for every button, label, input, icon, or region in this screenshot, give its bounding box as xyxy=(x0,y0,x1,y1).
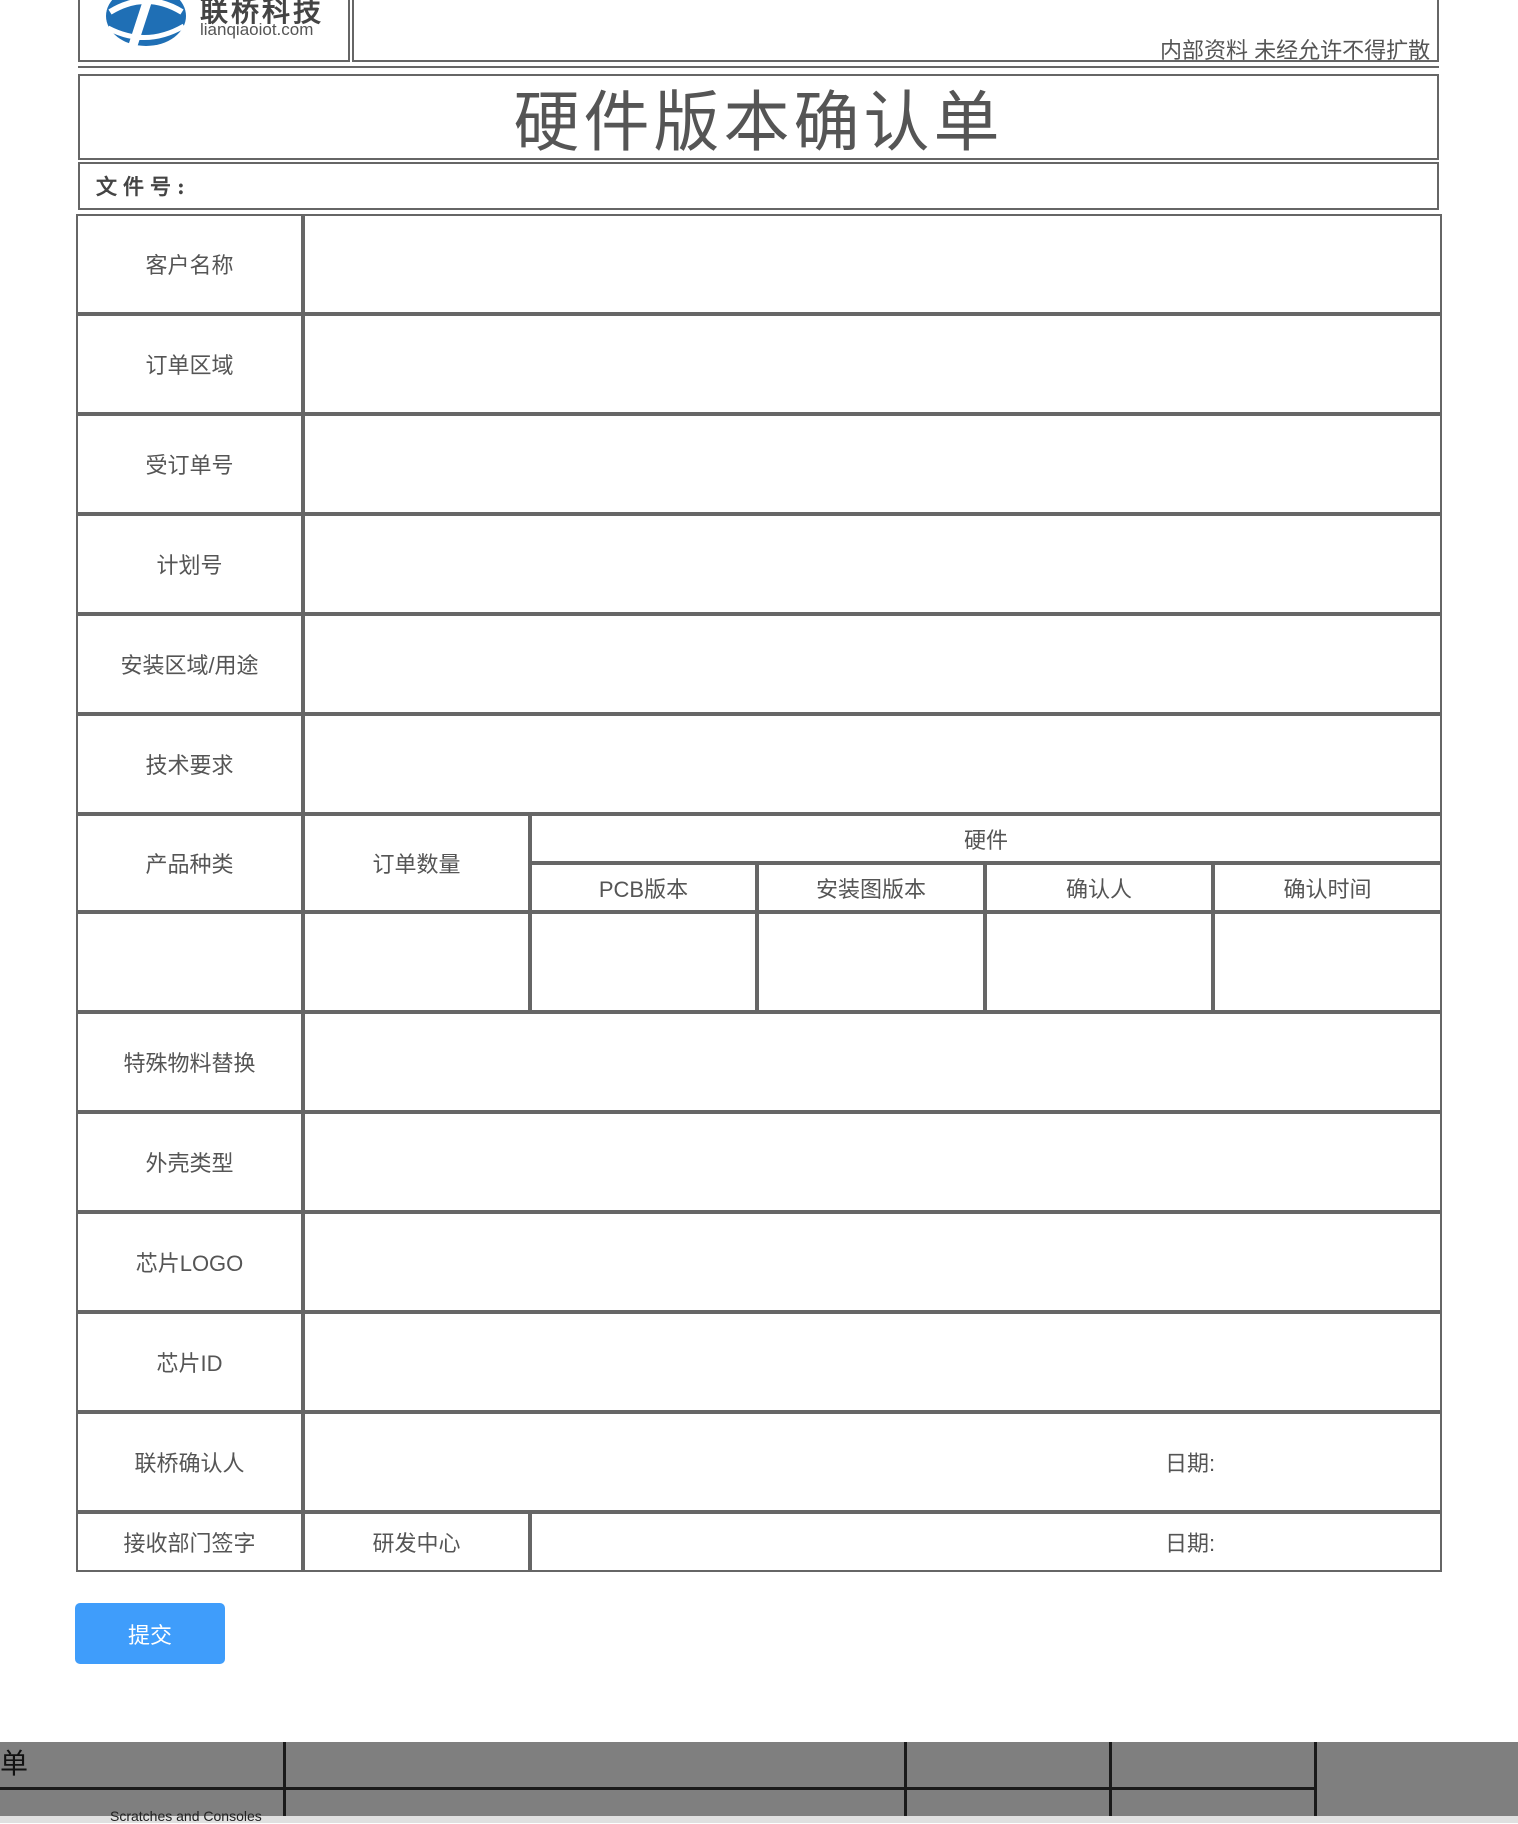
chip-logo-field[interactable] xyxy=(305,1214,1440,1310)
receiving-signature-field[interactable] xyxy=(532,1514,1125,1570)
label-product-type: 产品种类 xyxy=(145,852,234,877)
pcb-version-field[interactable] xyxy=(532,914,755,1010)
label-plan-number: 计划号 xyxy=(156,553,223,578)
product-type-field[interactable] xyxy=(78,914,301,1010)
order-region-field[interactable] xyxy=(305,316,1440,412)
lq-confirmer-field[interactable] xyxy=(305,1414,1125,1510)
date-label: 日期: xyxy=(1164,1531,1216,1556)
label-confirm-time: 确认时间 xyxy=(1283,876,1372,902)
strip-divider xyxy=(283,1742,286,1823)
label-order-quantity: 订单数量 xyxy=(372,852,461,877)
title-box: 硬件版本确认单 xyxy=(78,74,1439,160)
strip-divider xyxy=(1109,1742,1112,1823)
label-lq-confirmer: 联桥确认人 xyxy=(134,1451,245,1476)
po-number-field[interactable] xyxy=(305,416,1440,512)
label-tech-requirements: 技术要求 xyxy=(145,753,234,778)
label-po-number: 受订单号 xyxy=(145,453,234,478)
label-customer-name: 客户名称 xyxy=(145,253,234,278)
label-chip-id: 芯片ID xyxy=(156,1351,223,1376)
tech-requirements-field[interactable] xyxy=(305,716,1440,812)
company-globe-logo xyxy=(106,0,186,48)
confirm-time-field[interactable] xyxy=(1215,914,1440,1010)
brand-url: lianqiaoiot.com xyxy=(200,20,314,39)
label-confirmer: 确认人 xyxy=(1065,876,1132,902)
strip-divider xyxy=(904,1742,907,1823)
doc-number-label: 文件号: xyxy=(96,174,191,199)
chip-id-field[interactable] xyxy=(305,1314,1440,1410)
confidential-notice: 内部资料 未经允许不得扩散 xyxy=(1160,38,1431,63)
label-special-material: 特殊物料替换 xyxy=(123,1051,256,1076)
order-quantity-field[interactable] xyxy=(305,914,528,1010)
housing-type-field[interactable] xyxy=(305,1114,1440,1210)
label-housing-type: 外壳类型 xyxy=(145,1151,234,1176)
label-assembly-drawing-version: 安装图版本 xyxy=(815,876,926,902)
page-title: 硬件版本确认单 xyxy=(513,85,1004,159)
doc-number-row[interactable]: 文件号: xyxy=(78,162,1439,210)
label-pcb-version: PCB版本 xyxy=(598,876,689,902)
submit-button[interactable]: 提交 xyxy=(75,1603,225,1664)
special-material-field[interactable] xyxy=(305,1014,1440,1110)
strip-text: 单 xyxy=(0,1748,29,1779)
strip-divider xyxy=(1314,1742,1317,1823)
plan-number-field[interactable] xyxy=(305,516,1440,612)
label-chip-logo: 芯片LOGO xyxy=(135,1251,244,1276)
assembly-drawing-version-field[interactable] xyxy=(759,914,983,1010)
label-receiving-signature: 接收部门签字 xyxy=(123,1531,256,1556)
strip-divider xyxy=(0,1787,1316,1790)
label-install-usage: 安装区域/用途 xyxy=(120,653,259,678)
label-rd-center: 研发中心 xyxy=(372,1531,461,1556)
confirmer-field[interactable] xyxy=(987,914,1211,1010)
install-usage-field[interactable] xyxy=(305,616,1440,712)
date-label: 日期: xyxy=(1164,1451,1216,1476)
label-hardware: 硬件 xyxy=(963,827,1008,853)
label-order-region: 订单区域 xyxy=(145,353,234,378)
ide-tab-scratches[interactable]: Scratches and Consoles xyxy=(110,1808,262,1824)
customer-name-field[interactable] xyxy=(305,216,1440,312)
